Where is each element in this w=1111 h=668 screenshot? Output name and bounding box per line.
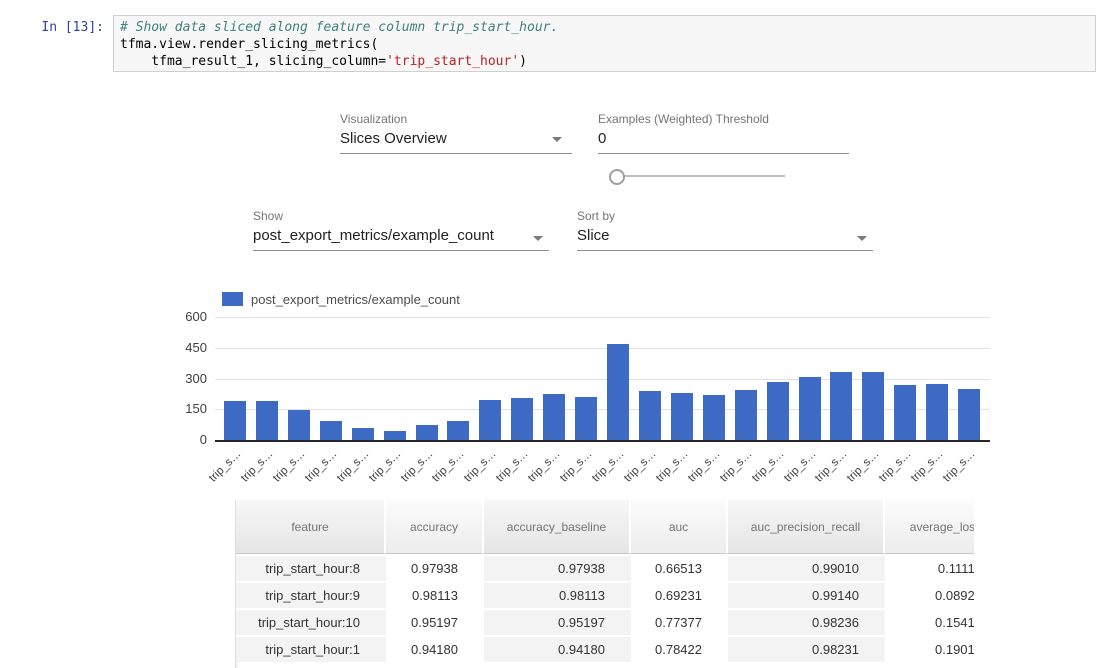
metric-cell: 0.11116: [885, 554, 974, 581]
bar[interactable]: [352, 428, 374, 440]
metrics-table: featureaccuracyaccuracy_baselineaucauc_p…: [236, 500, 974, 662]
code-args: tfma_result_1, slicing_column='trip_star…: [120, 54, 527, 69]
metric-cell: 0.78422: [631, 635, 728, 662]
table-row[interactable]: trip_start_hour:10.941800.941800.784220.…: [236, 635, 974, 662]
bar[interactable]: [958, 389, 980, 440]
show-dropdown[interactable]: post_export_metrics/example_count: [253, 227, 494, 244]
bar[interactable]: [575, 397, 597, 440]
show-underline: [253, 250, 549, 251]
metric-cell: 0.99010: [728, 554, 885, 581]
column-header-feature[interactable]: feature: [236, 500, 386, 554]
dropdown-arrow-icon[interactable]: [552, 137, 562, 142]
y-axis-tick-label: 450: [167, 340, 207, 355]
bar[interactable]: [447, 421, 469, 440]
visualization-dropdown[interactable]: Slices Overview: [340, 130, 447, 147]
metric-cell: 0.19012: [885, 635, 974, 662]
y-axis-tick-label: 300: [167, 371, 207, 386]
dropdown-arrow-icon[interactable]: [857, 236, 867, 241]
bar[interactable]: [830, 372, 852, 440]
metric-cell: 0.15417: [885, 608, 974, 635]
metric-cell: 0.97938: [386, 554, 484, 581]
threshold-input[interactable]: 0: [598, 130, 606, 147]
bar[interactable]: [384, 431, 406, 440]
sort-underline: [577, 250, 873, 251]
legend-label: post_export_metrics/example_count: [251, 292, 460, 307]
bar[interactable]: [607, 344, 629, 440]
visualization-underline: [340, 153, 572, 154]
gridline: [215, 317, 990, 318]
slices-bar-chart: [215, 317, 990, 442]
metric-cell: 0.98113: [484, 581, 631, 608]
bar[interactable]: [894, 385, 916, 440]
bar[interactable]: [767, 382, 789, 440]
column-header-accuracy[interactable]: accuracy: [386, 500, 484, 554]
column-header-auc_precision_recall[interactable]: auc_precision_recall: [728, 500, 885, 554]
metric-cell: 0.98236: [728, 608, 885, 635]
column-header-average_loss[interactable]: average_loss: [885, 500, 974, 554]
legend-swatch: [222, 292, 243, 306]
bar[interactable]: [862, 372, 884, 440]
feature-cell: trip_start_hour:1: [236, 635, 386, 662]
bar[interactable]: [735, 390, 757, 440]
cell-prompt: In [13]:: [0, 20, 104, 35]
code-comment: # Show data sliced along feature column …: [120, 20, 558, 35]
bar[interactable]: [416, 425, 438, 440]
y-axis-tick-label: 600: [167, 309, 207, 324]
bar[interactable]: [543, 394, 565, 440]
bar[interactable]: [256, 401, 278, 440]
threshold-slider-track[interactable]: [616, 175, 785, 177]
bar[interactable]: [799, 377, 821, 440]
visualization-label: Visualization: [340, 112, 407, 126]
metric-cell: 0.95197: [386, 608, 484, 635]
metric-cell: 0.97938: [484, 554, 631, 581]
metric-cell: 0.98231: [728, 635, 885, 662]
metric-cell: 0.94180: [484, 635, 631, 662]
table-row[interactable]: trip_start_hour:100.951970.951970.773770…: [236, 608, 974, 635]
metric-cell: 0.98113: [386, 581, 484, 608]
bar[interactable]: [671, 393, 693, 440]
feature-cell: trip_start_hour:9: [236, 581, 386, 608]
feature-cell: trip_start_hour:8: [236, 554, 386, 581]
code-call-line: tfma.view.render_slicing_metrics(: [120, 37, 378, 52]
metric-cell: 0.94180: [386, 635, 484, 662]
code-editor[interactable]: # Show data sliced along feature column …: [113, 15, 1096, 72]
bar[interactable]: [288, 410, 310, 440]
show-label: Show: [253, 209, 283, 223]
column-header-accuracy_baseline[interactable]: accuracy_baseline: [484, 500, 631, 554]
y-axis-tick-label: 0: [167, 432, 207, 447]
bar[interactable]: [479, 400, 501, 440]
bar[interactable]: [703, 395, 725, 440]
dropdown-arrow-icon[interactable]: [533, 236, 543, 241]
table-body: trip_start_hour:80.979380.979380.665130.…: [236, 554, 974, 662]
notebook-cell-screenshot: In [13]: # Show data sliced along featur…: [0, 0, 1111, 668]
bar[interactable]: [511, 398, 533, 440]
table-row[interactable]: trip_start_hour:80.979380.979380.665130.…: [236, 554, 974, 581]
code-string-literal: 'trip_start_hour': [386, 54, 519, 69]
metric-cell: 0.77377: [631, 608, 728, 635]
metric-cell: 0.69231: [631, 581, 728, 608]
bar[interactable]: [926, 384, 948, 440]
table-row[interactable]: trip_start_hour:90.981130.981130.692310.…: [236, 581, 974, 608]
metric-cell: 0.95197: [484, 608, 631, 635]
gridline: [215, 348, 990, 349]
metric-cell: 0.08922: [885, 581, 974, 608]
feature-cell: trip_start_hour:10: [236, 608, 386, 635]
threshold-slider-handle[interactable]: [609, 169, 625, 185]
column-header-auc[interactable]: auc: [631, 500, 728, 554]
metric-cell: 0.66513: [631, 554, 728, 581]
bar[interactable]: [224, 401, 246, 440]
threshold-label: Examples (Weighted) Threshold: [598, 112, 769, 126]
sort-by-dropdown[interactable]: Slice: [577, 227, 610, 244]
metric-cell: 0.99140: [728, 581, 885, 608]
sort-by-label: Sort by: [577, 209, 615, 223]
bar[interactable]: [639, 391, 661, 440]
bar[interactable]: [320, 421, 342, 440]
table-header-row: featureaccuracyaccuracy_baselineaucauc_p…: [236, 500, 974, 554]
y-axis-tick-label: 150: [167, 401, 207, 416]
threshold-underline: [598, 153, 849, 154]
metrics-table-container[interactable]: featureaccuracyaccuracy_baselineaucauc_p…: [235, 500, 974, 668]
